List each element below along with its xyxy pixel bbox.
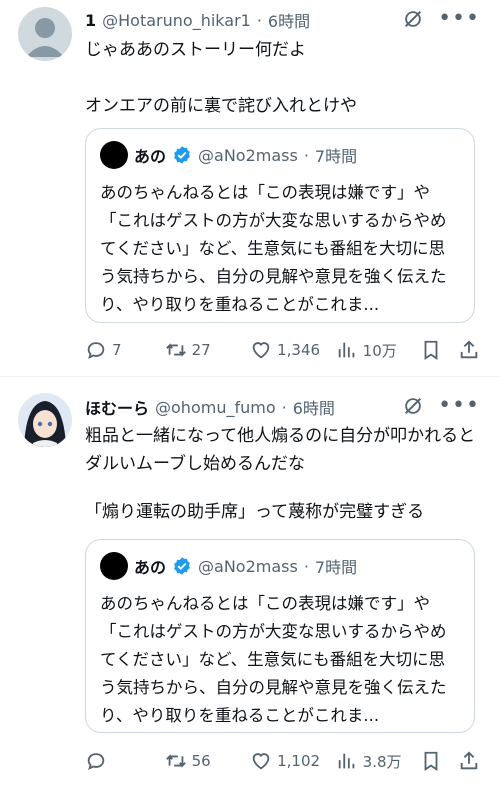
quote-author-name: あの [134,147,167,166]
like-button[interactable]: 1,346 [250,339,336,361]
share-icon [460,340,478,359]
reply-button[interactable]: 7 [85,339,165,361]
like-icon [252,753,270,770]
views-count: 3.8万 [362,752,402,771]
author-name[interactable]: 1 [85,11,96,30]
reply-icon [87,753,105,771]
quote-timestamp: 7時間 [314,147,358,166]
separator-dot: · [303,145,309,165]
tweet-text-line: じゃああのストーリー何だよ [85,40,306,60]
like-icon [252,342,270,359]
reply-button[interactable] [85,750,165,772]
share-icon [460,751,478,770]
reply-icon [87,342,105,360]
like-count: 1,102 [277,752,321,770]
quote-author-handle: @aNo2mass [198,556,298,576]
separator-dot: · [256,10,262,30]
retweet-icon [165,754,186,768]
quote-text: あのちゃんねるとは「この表現は嫌です」や「これはゲストの方が大変な思いするからや… [100,183,447,314]
avatar-anime[interactable] [18,393,72,447]
views-count: 10万 [362,341,397,360]
separator-dot: · [303,556,309,576]
tweet-text-line: 「煽り運転の助手席」って蔑称が完璧すぎる [85,502,425,522]
views-button[interactable]: 3.8万 [336,750,421,772]
retweet-count: 27 [191,341,211,359]
bookmark-icon [424,751,438,771]
quote-timestamp: 7時間 [314,558,358,577]
views-icon [338,342,355,358]
bookmark-icon [424,340,438,360]
more-icon[interactable]: ••• [438,395,480,417]
quote-author-name: あの [134,558,167,577]
retweet-button[interactable]: 27 [165,339,251,361]
verified-icon [174,557,190,575]
reply-count: 7 [112,341,122,359]
views-icon [338,753,355,769]
views-button[interactable]: 10万 [336,339,421,361]
retweet-count: 56 [191,752,211,770]
grok-icon[interactable] [402,8,424,30]
grok-icon[interactable] [402,395,424,417]
share-button[interactable] [458,339,480,361]
author-handle[interactable]: @Hotaruno_hikar1 [102,11,251,30]
share-button[interactable] [458,750,480,772]
author-name[interactable]: ほむーら [85,395,149,419]
tweet-text-line: 粗品と一緒になって他人煽るのに自分が叩かれるとダルいムーブし始めるんだな [85,426,476,474]
author-handle[interactable]: @ohomu_fumo [155,398,276,417]
bookmark-button[interactable] [420,750,458,772]
timestamp[interactable]: 6時間 [293,395,335,419]
tweet-2[interactable]: ほむーら @ohomu_fumo · 6時間 ••• 粗品と一緒になって他人煽る… [0,377,500,793]
more-icon[interactable]: ••• [438,8,480,30]
avatar-default[interactable] [18,7,72,61]
retweet-button[interactable]: 56 [165,750,251,772]
tweet-text-line: オンエアの前に裏で詫び入れとけや [85,96,357,116]
bookmark-button[interactable] [420,339,458,361]
quote-avatar[interactable] [100,141,128,169]
quote-avatar[interactable] [100,552,128,580]
quote-text: あのちゃんねるとは「この表現は嫌です」や「これはゲストの方が大変な思いするからや… [100,594,447,725]
quote-author-handle: @aNo2mass [198,145,298,165]
like-button[interactable]: 1,102 [250,750,336,772]
tweet-1[interactable]: 1 @Hotaruno_hikar1 · 6時間 ••• じゃああのストーリー何… [0,0,500,376]
separator-dot: · [281,397,287,417]
retweet-icon [165,343,186,357]
quoted-tweet[interactable]: あの @aNo2mass · 7時間 あのちゃんねるとは「この表現は嫌です」や「… [85,539,475,733]
verified-icon [174,146,190,164]
quoted-tweet[interactable]: あの @aNo2mass · 7時間 あのちゃんねるとは「この表現は嫌です」や「… [85,128,475,323]
like-count: 1,346 [277,341,321,359]
timestamp[interactable]: 6時間 [268,8,310,32]
